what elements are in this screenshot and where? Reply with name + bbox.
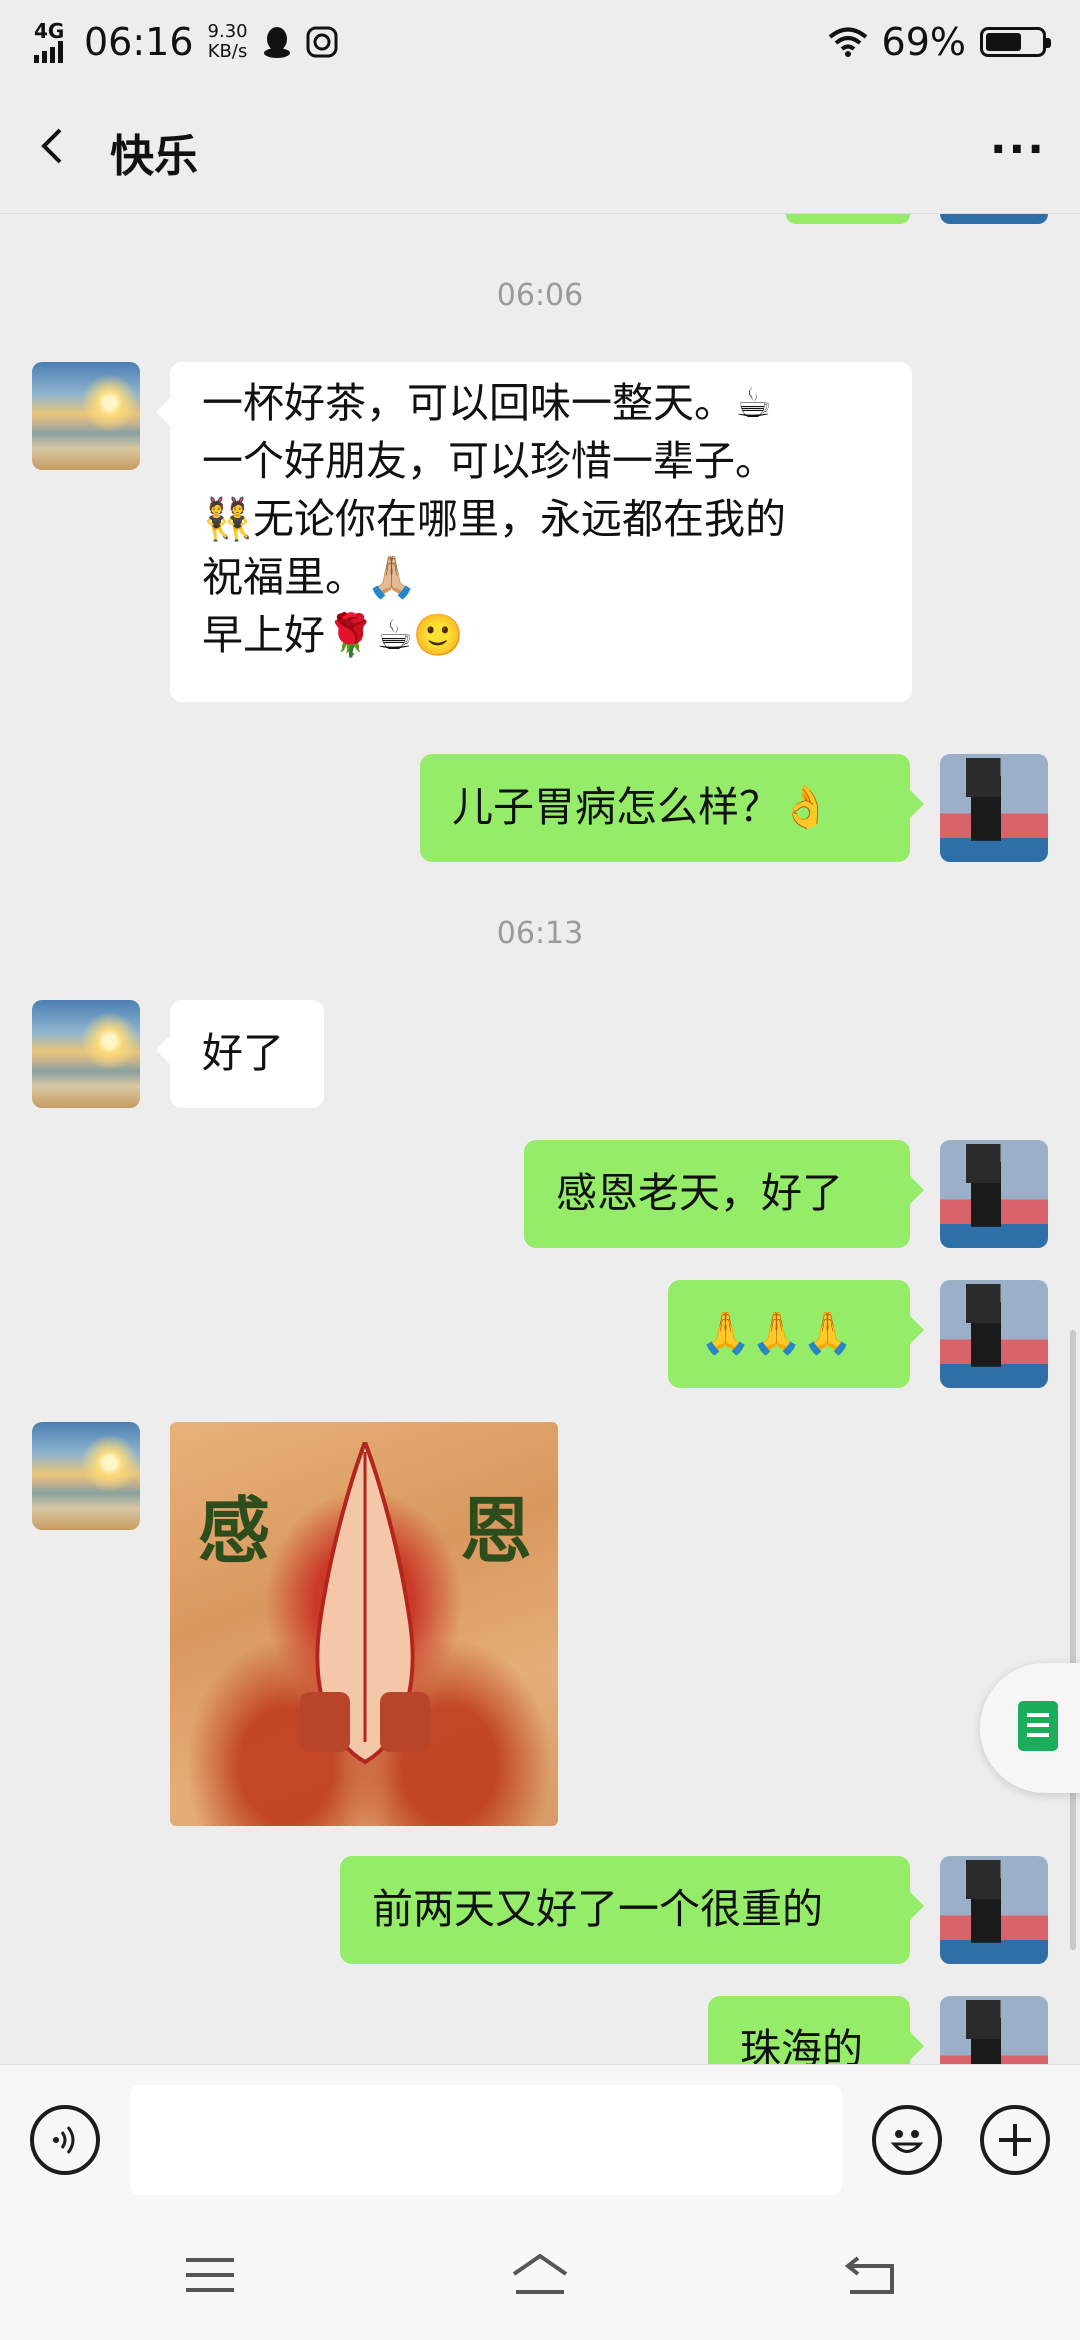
chat-header: 快乐 ··· xyxy=(0,84,1080,214)
avatar-self[interactable] xyxy=(940,1280,1048,1388)
emoji-icon xyxy=(890,2130,924,2153)
message-line: 好了 xyxy=(202,1029,284,1077)
home-icon[interactable] xyxy=(510,2250,570,2300)
status-right: 69% xyxy=(828,20,1051,64)
signal-indicator: 4G xyxy=(34,21,70,63)
emoji-button[interactable] xyxy=(872,2105,942,2175)
message-bubble-outgoing[interactable]: 前两天又好了一个很重的 xyxy=(340,1856,924,1964)
avatar-self[interactable] xyxy=(940,1140,1048,1248)
more-functions-button[interactable] xyxy=(980,2105,1050,2175)
signal-icon xyxy=(34,41,63,63)
chat-title: 快乐 xyxy=(110,131,198,182)
app-notification-icon xyxy=(306,26,338,58)
message-bubble-outgoing[interactable]: 珠海的 xyxy=(708,1996,924,2064)
scrollbar[interactable] xyxy=(1070,1330,1076,1950)
message-line: 一个好朋友，可以珍惜一辈子。 xyxy=(202,437,776,485)
message-line: 珠海的 xyxy=(740,2025,863,2064)
message-line: 前两天又好了一个很重的 xyxy=(372,1885,823,1933)
status-left: 4G 06:16 9.30 KB/s xyxy=(34,20,338,64)
battery-icon xyxy=(980,27,1051,57)
status-time: 06:16 xyxy=(84,20,194,64)
speed-unit: KB/s xyxy=(207,41,248,62)
message-line: 感恩老天，好了 xyxy=(556,1169,843,1217)
avatar-contact[interactable] xyxy=(32,1000,140,1108)
message-bubble-outgoing[interactable]: 儿子胃病怎么样？👌 xyxy=(420,754,924,862)
message-bubble-incoming[interactable]: 一杯好茶，可以回味一整天。☕ 一个好朋友，可以珍惜一辈子。 👯无论你在哪里，永远… xyxy=(156,362,912,702)
menu-icon[interactable] xyxy=(180,2250,240,2300)
message-bubble-incoming[interactable]: 好了 xyxy=(156,1000,324,1108)
input-bar xyxy=(0,2064,1080,2215)
avatar-contact[interactable] xyxy=(32,362,140,470)
more-options-icon[interactable]: ··· xyxy=(990,124,1046,175)
plus-icon xyxy=(999,2124,1031,2156)
timestamp: 06:13 xyxy=(496,916,584,951)
message-bubble-outgoing[interactable]: 🙏🙏🙏 xyxy=(668,1280,924,1388)
document-icon xyxy=(1018,1701,1058,1751)
message-line: 早上好🌹☕🙂 xyxy=(202,611,464,659)
avatar-self[interactable] xyxy=(940,214,1048,224)
message-line: 一杯好茶，可以回味一整天。☕ xyxy=(202,379,772,427)
image-text: 恩 xyxy=(460,1488,533,1573)
voice-input-button[interactable] xyxy=(30,2105,100,2175)
timestamp: 06:06 xyxy=(496,278,584,313)
avatar-self[interactable] xyxy=(940,1996,1048,2064)
previous-message-bubble xyxy=(786,214,910,224)
avatar-contact[interactable] xyxy=(32,1422,140,1530)
chat-messages-continued: 前两天又好了一个很重的 珠海的 xyxy=(0,1850,1080,2064)
praying-hands-illustration xyxy=(300,1442,430,1765)
avatar-self[interactable] xyxy=(940,1856,1048,1964)
message-line: 祝福里。🙏🏼 xyxy=(202,553,418,601)
back-arrow-icon[interactable] xyxy=(34,128,70,164)
message-bubble-outgoing[interactable]: 感恩老天，好了 xyxy=(524,1140,924,1248)
message-input[interactable] xyxy=(130,2085,842,2195)
image-message[interactable]: 感 恩 xyxy=(170,1422,558,1826)
avatar-self[interactable] xyxy=(940,754,1048,862)
battery-fill xyxy=(986,33,1022,51)
wifi-icon xyxy=(828,27,867,57)
message-line: 👯无论你在哪里，永远都在我的 xyxy=(202,495,787,543)
battery-percent: 69% xyxy=(881,20,966,64)
speed-value: 9.30 xyxy=(207,21,248,42)
status-bar: 4G 06:16 9.30 KB/s 69% xyxy=(0,0,1080,84)
message-line: 🙏🙏🙏 xyxy=(700,1309,854,1357)
voice-icon xyxy=(53,2126,75,2154)
image-text: 感 xyxy=(198,1488,271,1573)
network-speed: 9.30 KB/s xyxy=(208,22,248,62)
back-icon[interactable] xyxy=(840,2250,900,2300)
qq-icon xyxy=(263,27,290,58)
system-navigation-bar xyxy=(0,2214,1080,2340)
network-type: 4G xyxy=(34,19,65,43)
message-line: 儿子胃病怎么样？👌 xyxy=(452,783,832,831)
